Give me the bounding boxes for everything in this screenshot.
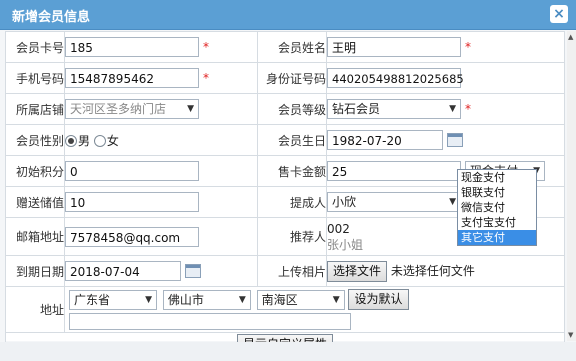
- birthday-label: 会员生日: [257, 124, 327, 156]
- chevron-down-icon: ▼: [449, 197, 456, 207]
- phone-label: 手机号码: [5, 62, 65, 94]
- store-label: 所属店铺: [5, 93, 65, 125]
- required-mark: *: [203, 40, 209, 54]
- id-no-input[interactable]: 440205498812025685: [327, 68, 464, 88]
- form-row: 手机号码 15487895462 * 身份证号码 4402054988120256…: [5, 62, 565, 94]
- gender-female-label: 女: [106, 133, 119, 148]
- chevron-down-icon: ▼: [145, 294, 152, 305]
- required-mark: *: [465, 102, 471, 116]
- payment-option[interactable]: 微信支付: [458, 200, 536, 215]
- form-row: 地址 广东省 ▼ 佛山市 ▼ 南海区 ▼ 设为默认: [5, 286, 565, 333]
- close-icon: ×: [553, 6, 565, 22]
- province-select[interactable]: 广东省 ▼: [69, 289, 157, 310]
- chevron-down-icon: ▼: [187, 104, 194, 114]
- expire-input[interactable]: 2018-07-04: [65, 261, 181, 281]
- phone-input[interactable]: 15487895462: [65, 68, 199, 88]
- form-row: 所属店铺 天河区圣多纳门店 ▼ 会员等级 钻石会员 ▼ *: [5, 93, 565, 125]
- chevron-down-icon: ▼: [238, 294, 246, 305]
- gender-male-radio[interactable]: [65, 135, 77, 147]
- choose-file-button[interactable]: 选择文件: [327, 260, 388, 282]
- required-mark: *: [203, 71, 209, 85]
- name-label: 会员姓名: [257, 31, 327, 63]
- city-value: 佛山市: [167, 292, 204, 307]
- payment-option-highlighted[interactable]: 其它支付: [458, 230, 536, 245]
- scroll-down-icon[interactable]: ▼: [568, 331, 573, 339]
- address-detail-input[interactable]: [69, 313, 351, 330]
- gift-value-label: 赠送储值: [5, 186, 65, 218]
- dialog-title: 新增会员信息: [12, 10, 91, 25]
- commission-label: 提成人: [257, 186, 327, 218]
- required-mark: *: [465, 40, 471, 54]
- chevron-down-icon: ▼: [449, 104, 456, 114]
- expire-label: 到期日期: [5, 255, 65, 287]
- gender-female-radio[interactable]: [93, 135, 106, 147]
- commission-select[interactable]: 小欣 ▼: [327, 192, 461, 212]
- photo-label: 上传相片: [257, 255, 327, 287]
- file-status: 未选择任何文件: [390, 263, 475, 278]
- payment-option[interactable]: 银联支付: [458, 185, 536, 200]
- gift-value-input[interactable]: 10: [65, 192, 199, 212]
- id-no-label: 身份证号码: [257, 62, 327, 94]
- recommender-label: 推荐人: [257, 217, 327, 256]
- form-row: 会员性别 男 女 会员生日 1982-07-20: [5, 124, 565, 156]
- card-no-label: 会员卡号: [5, 31, 65, 63]
- card-amount-input[interactable]: 25: [327, 161, 461, 181]
- set-default-button[interactable]: 设为默认: [348, 289, 409, 310]
- form-row: 会员卡号 185 * 会员姓名 王明 *: [5, 31, 565, 63]
- card-no-input[interactable]: 185: [65, 37, 199, 57]
- points-input[interactable]: 0: [65, 161, 199, 181]
- calendar-icon[interactable]: [447, 133, 463, 147]
- calendar-icon[interactable]: [185, 264, 201, 278]
- store-select[interactable]: 天河区圣多纳门店 ▼: [65, 99, 199, 119]
- commission-value: 小欣: [332, 195, 357, 209]
- close-button[interactable]: ×: [550, 5, 568, 23]
- gender-label: 会员性别: [5, 124, 65, 156]
- province-value: 广东省: [74, 292, 111, 307]
- level-select[interactable]: 钻石会员 ▼: [327, 99, 461, 119]
- payment-option[interactable]: 支付宝支付: [458, 215, 536, 230]
- dialog-footer: [0, 342, 576, 361]
- scrollbar[interactable]: ▲ ▼: [567, 31, 576, 341]
- form-row: 到期日期 2018-07-04 上传相片 选择文件 未选择任何文件: [5, 255, 565, 287]
- level-label: 会员等级: [257, 93, 327, 125]
- level-value: 钻石会员: [332, 102, 381, 116]
- district-select[interactable]: 南海区 ▼: [256, 289, 345, 310]
- address-label: 地址: [5, 286, 65, 333]
- gender-male-label: 男: [78, 133, 91, 148]
- add-member-dialog: 新增会员信息 × 会员卡号 185 * 会员姓名 王明 * 手机号码 1548789…: [0, 0, 576, 361]
- email-input[interactable]: 7578458@qq.com: [65, 226, 199, 247]
- points-label: 初始积分: [5, 155, 65, 187]
- scroll-up-icon[interactable]: ▲: [568, 33, 573, 41]
- name-input[interactable]: 王明: [327, 37, 461, 57]
- payment-option[interactable]: 现金支付: [458, 170, 536, 185]
- email-label: 邮箱地址: [5, 217, 65, 256]
- chevron-down-icon: ▼: [332, 294, 340, 305]
- dialog-titlebar: 新增会员信息 ×: [0, 0, 576, 30]
- city-select[interactable]: 佛山市 ▼: [162, 289, 251, 310]
- card-amount-label: 售卡金额: [257, 155, 327, 187]
- birthday-input[interactable]: 1982-07-20: [327, 130, 443, 150]
- district-value: 南海区: [261, 292, 298, 307]
- payment-dropdown: 现金支付 银联支付 微信支付 支付宝支付 其它支付: [457, 169, 537, 246]
- store-value: 天河区圣多纳门店: [70, 102, 167, 116]
